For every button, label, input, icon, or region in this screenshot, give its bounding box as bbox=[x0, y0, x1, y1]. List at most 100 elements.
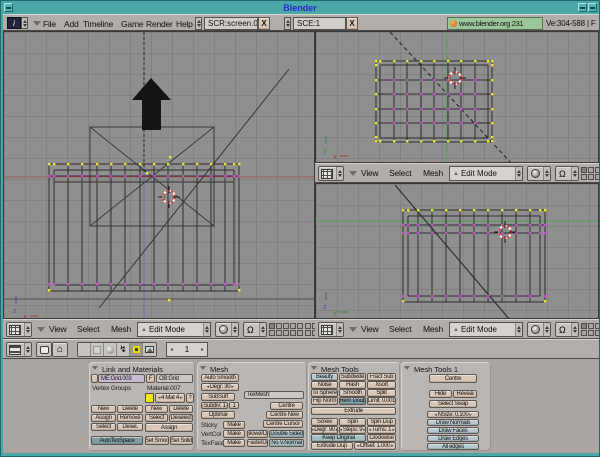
extrude-dup-button[interactable]: Extrude Dup bbox=[311, 442, 353, 450]
panel-title[interactable]: Link and Materials bbox=[102, 365, 163, 374]
autotexspace-toggle[interactable]: AutoTexSpace bbox=[91, 436, 143, 445]
blender-info-button[interactable]: i bbox=[7, 17, 21, 29]
object-name-field[interactable]: OB:Grid bbox=[156, 374, 193, 383]
subsurf-toggle[interactable]: SubSurf bbox=[201, 393, 235, 401]
panel-title[interactable]: Mesh bbox=[210, 365, 228, 374]
draw-mode-button[interactable] bbox=[215, 322, 239, 337]
vgroup-new-button[interactable]: New bbox=[91, 405, 116, 413]
vertcol-make-button[interactable]: Make bbox=[223, 430, 245, 438]
editor-type-button[interactable] bbox=[318, 322, 344, 337]
menu-select[interactable]: Select bbox=[389, 324, 411, 334]
layer-toggle[interactable] bbox=[588, 167, 594, 173]
set-smooth-button[interactable]: Set Smoo bbox=[145, 436, 169, 445]
layer-buttons[interactable] bbox=[269, 323, 303, 336]
layer-toggle[interactable] bbox=[588, 323, 594, 329]
spin-button[interactable]: Spin bbox=[339, 418, 366, 426]
keep-original-toggle[interactable]: Keep Original bbox=[311, 434, 366, 442]
turns-number[interactable]: Turns: 1 bbox=[367, 426, 396, 434]
mode-dropdown[interactable]: ▲ Edit Mode bbox=[449, 166, 523, 181]
layer-buttons[interactable] bbox=[581, 323, 599, 336]
subdiv-number[interactable]: Subdiv: 1 bbox=[201, 402, 228, 409]
draw-faces-toggle[interactable]: Draw Faces bbox=[427, 427, 479, 434]
layer-toggle[interactable] bbox=[290, 330, 296, 336]
smooth-button[interactable]: Smooth bbox=[339, 389, 366, 397]
degr-number[interactable]: Degr: 30 bbox=[201, 383, 239, 391]
layer-toggle[interactable] bbox=[581, 167, 587, 173]
viewport-top-canvas[interactable]: y x bbox=[316, 32, 599, 163]
layer-toggle[interactable] bbox=[269, 323, 275, 329]
editor-type-button[interactable] bbox=[318, 166, 344, 181]
shading-context-button[interactable] bbox=[78, 343, 91, 356]
layer-toggle[interactable] bbox=[588, 174, 594, 180]
set-solid-button[interactable]: Set Solid bbox=[170, 436, 193, 445]
panel-title[interactable]: Mesh Tools 1 bbox=[414, 365, 458, 374]
all-edges-toggle[interactable]: All edges bbox=[427, 443, 479, 450]
frame-counter[interactable]: ◂ 1 ▸ bbox=[166, 342, 208, 357]
mode-stepper[interactable] bbox=[515, 167, 522, 180]
menu-select[interactable]: Select bbox=[389, 168, 411, 178]
draw-mode-button[interactable] bbox=[527, 166, 551, 181]
draw-normals-toggle[interactable]: Draw Normals bbox=[427, 419, 479, 426]
noise-button[interactable]: Noise bbox=[311, 381, 338, 389]
pivot-button[interactable]: Ω bbox=[243, 322, 267, 337]
menu-select[interactable]: Select bbox=[77, 324, 99, 334]
scene-delete-button[interactable]: X bbox=[346, 17, 358, 30]
menu-view[interactable]: View bbox=[49, 324, 66, 334]
texmesh-field[interactable]: TexMesh: bbox=[244, 391, 304, 399]
panel-align-button[interactable] bbox=[36, 342, 52, 357]
editor-type-stepper[interactable] bbox=[24, 343, 31, 356]
layer-toggle[interactable] bbox=[588, 330, 594, 336]
menu-add[interactable]: Add bbox=[64, 19, 79, 29]
layer-toggle[interactable] bbox=[581, 330, 587, 336]
editor-type-stepper[interactable] bbox=[24, 323, 31, 336]
titlebar[interactable]: Blender bbox=[2, 2, 598, 14]
centre-new-button[interactable]: Centre New bbox=[266, 411, 303, 419]
menu-view[interactable]: View bbox=[361, 168, 378, 178]
window-menu-button[interactable] bbox=[4, 3, 13, 12]
vgroup-assign-button[interactable]: Assign bbox=[91, 414, 116, 422]
vgroup-select-button[interactable]: Select bbox=[91, 423, 116, 431]
layer-toggle[interactable] bbox=[595, 323, 599, 329]
frame-prev-icon[interactable]: ◂ bbox=[170, 346, 173, 353]
screw-button[interactable]: Screw bbox=[311, 418, 338, 426]
viewport-front-canvas[interactable]: z x bbox=[4, 32, 315, 319]
layer-toggle[interactable] bbox=[276, 330, 282, 336]
spin-dup-button[interactable]: Spin Dup bbox=[367, 418, 396, 426]
panel-collapse-icon[interactable] bbox=[404, 366, 410, 370]
nsize-number[interactable]: NSize: 0.100 bbox=[427, 411, 479, 418]
menu-game[interactable]: Game bbox=[121, 19, 143, 29]
screen-selector-field[interactable]: SCR:screen.001 bbox=[204, 17, 258, 30]
editor-type-button[interactable] bbox=[6, 342, 32, 357]
panel-collapse-icon[interactable] bbox=[311, 366, 317, 370]
menu-view[interactable]: View bbox=[361, 324, 378, 334]
script-context-button[interactable] bbox=[91, 343, 104, 356]
layer-toggle[interactable] bbox=[290, 323, 296, 329]
vgroup-delete-button[interactable]: Delete bbox=[117, 405, 143, 413]
scene-browse-button[interactable] bbox=[284, 17, 291, 30]
material-color-swatch[interactable] bbox=[145, 393, 154, 403]
layer-toggle[interactable] bbox=[595, 167, 599, 173]
layer-toggle[interactable] bbox=[297, 330, 303, 336]
draw-mode-button[interactable] bbox=[527, 322, 551, 337]
collapse-arrow-icon[interactable] bbox=[33, 21, 41, 26]
material-help-button[interactable]: ? bbox=[186, 393, 194, 403]
slower-draw-button[interactable]: SlowerDr bbox=[247, 430, 268, 438]
auto-smooth-toggle[interactable]: Auto Smooth bbox=[201, 374, 239, 382]
editor-type-stepper[interactable] bbox=[336, 167, 343, 180]
flip-normals-button[interactable]: Flip Norm bbox=[311, 397, 338, 405]
viewport-side[interactable]: z y bbox=[315, 183, 599, 319]
panel-collapse-icon[interactable] bbox=[200, 366, 206, 370]
draw-edges-toggle[interactable]: Draw Edges bbox=[427, 435, 479, 442]
menu-mesh[interactable]: Mesh bbox=[423, 168, 443, 178]
menu-file[interactable]: File bbox=[43, 19, 56, 29]
layer-toggle[interactable] bbox=[305, 323, 311, 329]
mode-dropdown[interactable]: ▲ Edit Mode bbox=[137, 322, 211, 337]
layer-toggle[interactable] bbox=[595, 330, 599, 336]
split-button[interactable]: Split bbox=[367, 389, 396, 397]
no-vnormal-flip-toggle[interactable]: No V.Normal bbox=[269, 439, 304, 447]
optimal-toggle[interactable]: Optimal bbox=[201, 411, 235, 419]
centre-cursor-button[interactable]: Centre Cursor bbox=[263, 420, 303, 428]
subdivide-button[interactable]: Subdivide bbox=[339, 373, 366, 381]
viewport-side-canvas[interactable]: z y bbox=[316, 184, 599, 319]
maximize-button[interactable] bbox=[588, 3, 597, 12]
